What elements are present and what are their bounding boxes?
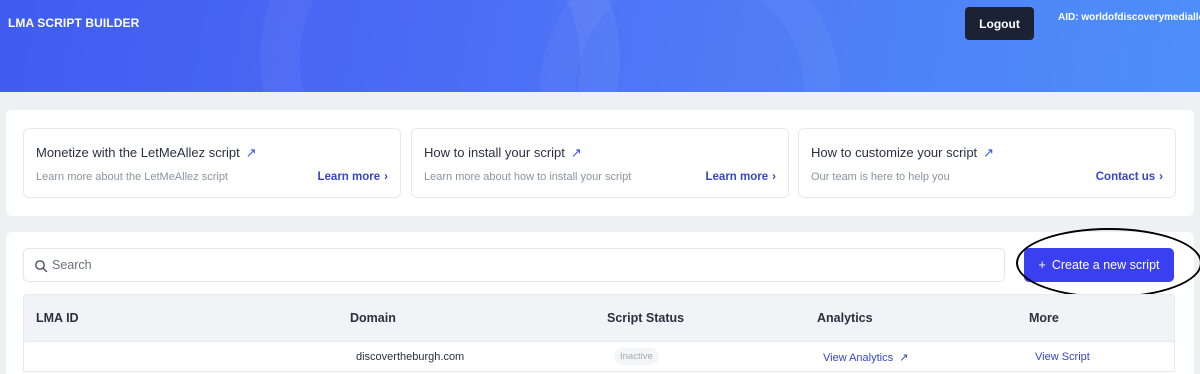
chevron-right-icon: › xyxy=(772,171,776,183)
plus-icon: + xyxy=(1038,258,1046,272)
info-card-install: How to install your script ↗ Learn more a… xyxy=(411,128,789,198)
card-title: Monetize with the LetMeAllez script xyxy=(36,145,240,160)
info-panel: Monetize with the LetMeAllez script ↗ Lea… xyxy=(6,110,1194,216)
app-header: LMA SCRIPT BUILDER Logout AID: worldofdi… xyxy=(0,0,1200,92)
external-link-icon[interactable]: ↗ xyxy=(246,145,257,160)
table-row: discovertheburgh.com Inactive View Analy… xyxy=(23,342,1175,372)
column-header-domain: Domain xyxy=(350,311,396,325)
search-icon xyxy=(35,260,48,273)
search-input[interactable] xyxy=(52,249,992,281)
chevron-right-icon: › xyxy=(384,171,388,183)
info-card-monetize: Monetize with the LetMeAllez script ↗ Lea… xyxy=(23,128,401,198)
card-description: Our team is here to help you xyxy=(811,171,950,183)
column-header-lma-id: LMA ID xyxy=(36,311,79,325)
scripts-table: LMA ID Domain Script Status Analytics Mo… xyxy=(23,294,1175,372)
external-link-icon: ↗ xyxy=(899,352,909,364)
learn-more-link[interactable]: Learn more › xyxy=(706,171,776,183)
external-link-icon[interactable]: ↗ xyxy=(983,145,994,160)
cell-domain: discovertheburgh.com xyxy=(356,351,465,363)
app-title: LMA SCRIPT BUILDER xyxy=(8,16,140,30)
create-script-button[interactable]: + Create a new script xyxy=(1024,248,1174,282)
external-link-icon[interactable]: ↗ xyxy=(571,145,582,160)
column-header-script-status: Script Status xyxy=(607,311,685,325)
logout-button[interactable]: Logout xyxy=(965,7,1034,40)
card-title: How to install your script xyxy=(424,145,565,160)
learn-more-link[interactable]: Learn more › xyxy=(318,171,388,183)
info-card-customize: How to customize your script ↗ Our team i… xyxy=(798,128,1176,198)
view-script-link[interactable]: View Script xyxy=(1035,351,1090,363)
scripts-panel: +Create a new script LMA ID Domain Scrip… xyxy=(6,228,1200,374)
status-badge: Inactive xyxy=(614,348,659,365)
search-box[interactable] xyxy=(23,248,1005,282)
table-header: LMA ID Domain Script Status Analytics Mo… xyxy=(23,294,1175,342)
chevron-right-icon: › xyxy=(1159,171,1163,183)
card-title: How to customize your script xyxy=(811,145,978,160)
column-header-more: More xyxy=(1029,311,1059,325)
account-id-label: AID: worldofdiscoverymediallc xyxy=(1058,12,1200,23)
card-description: Learn more about how to install your scr… xyxy=(424,171,632,183)
header-decoration xyxy=(540,0,840,92)
contact-us-link[interactable]: Contact us › xyxy=(1096,171,1163,183)
card-description: Learn more about the LetMeAllez script xyxy=(36,171,228,183)
view-analytics-link[interactable]: View Analytics ↗ xyxy=(823,351,908,364)
column-header-analytics: Analytics xyxy=(817,311,873,325)
